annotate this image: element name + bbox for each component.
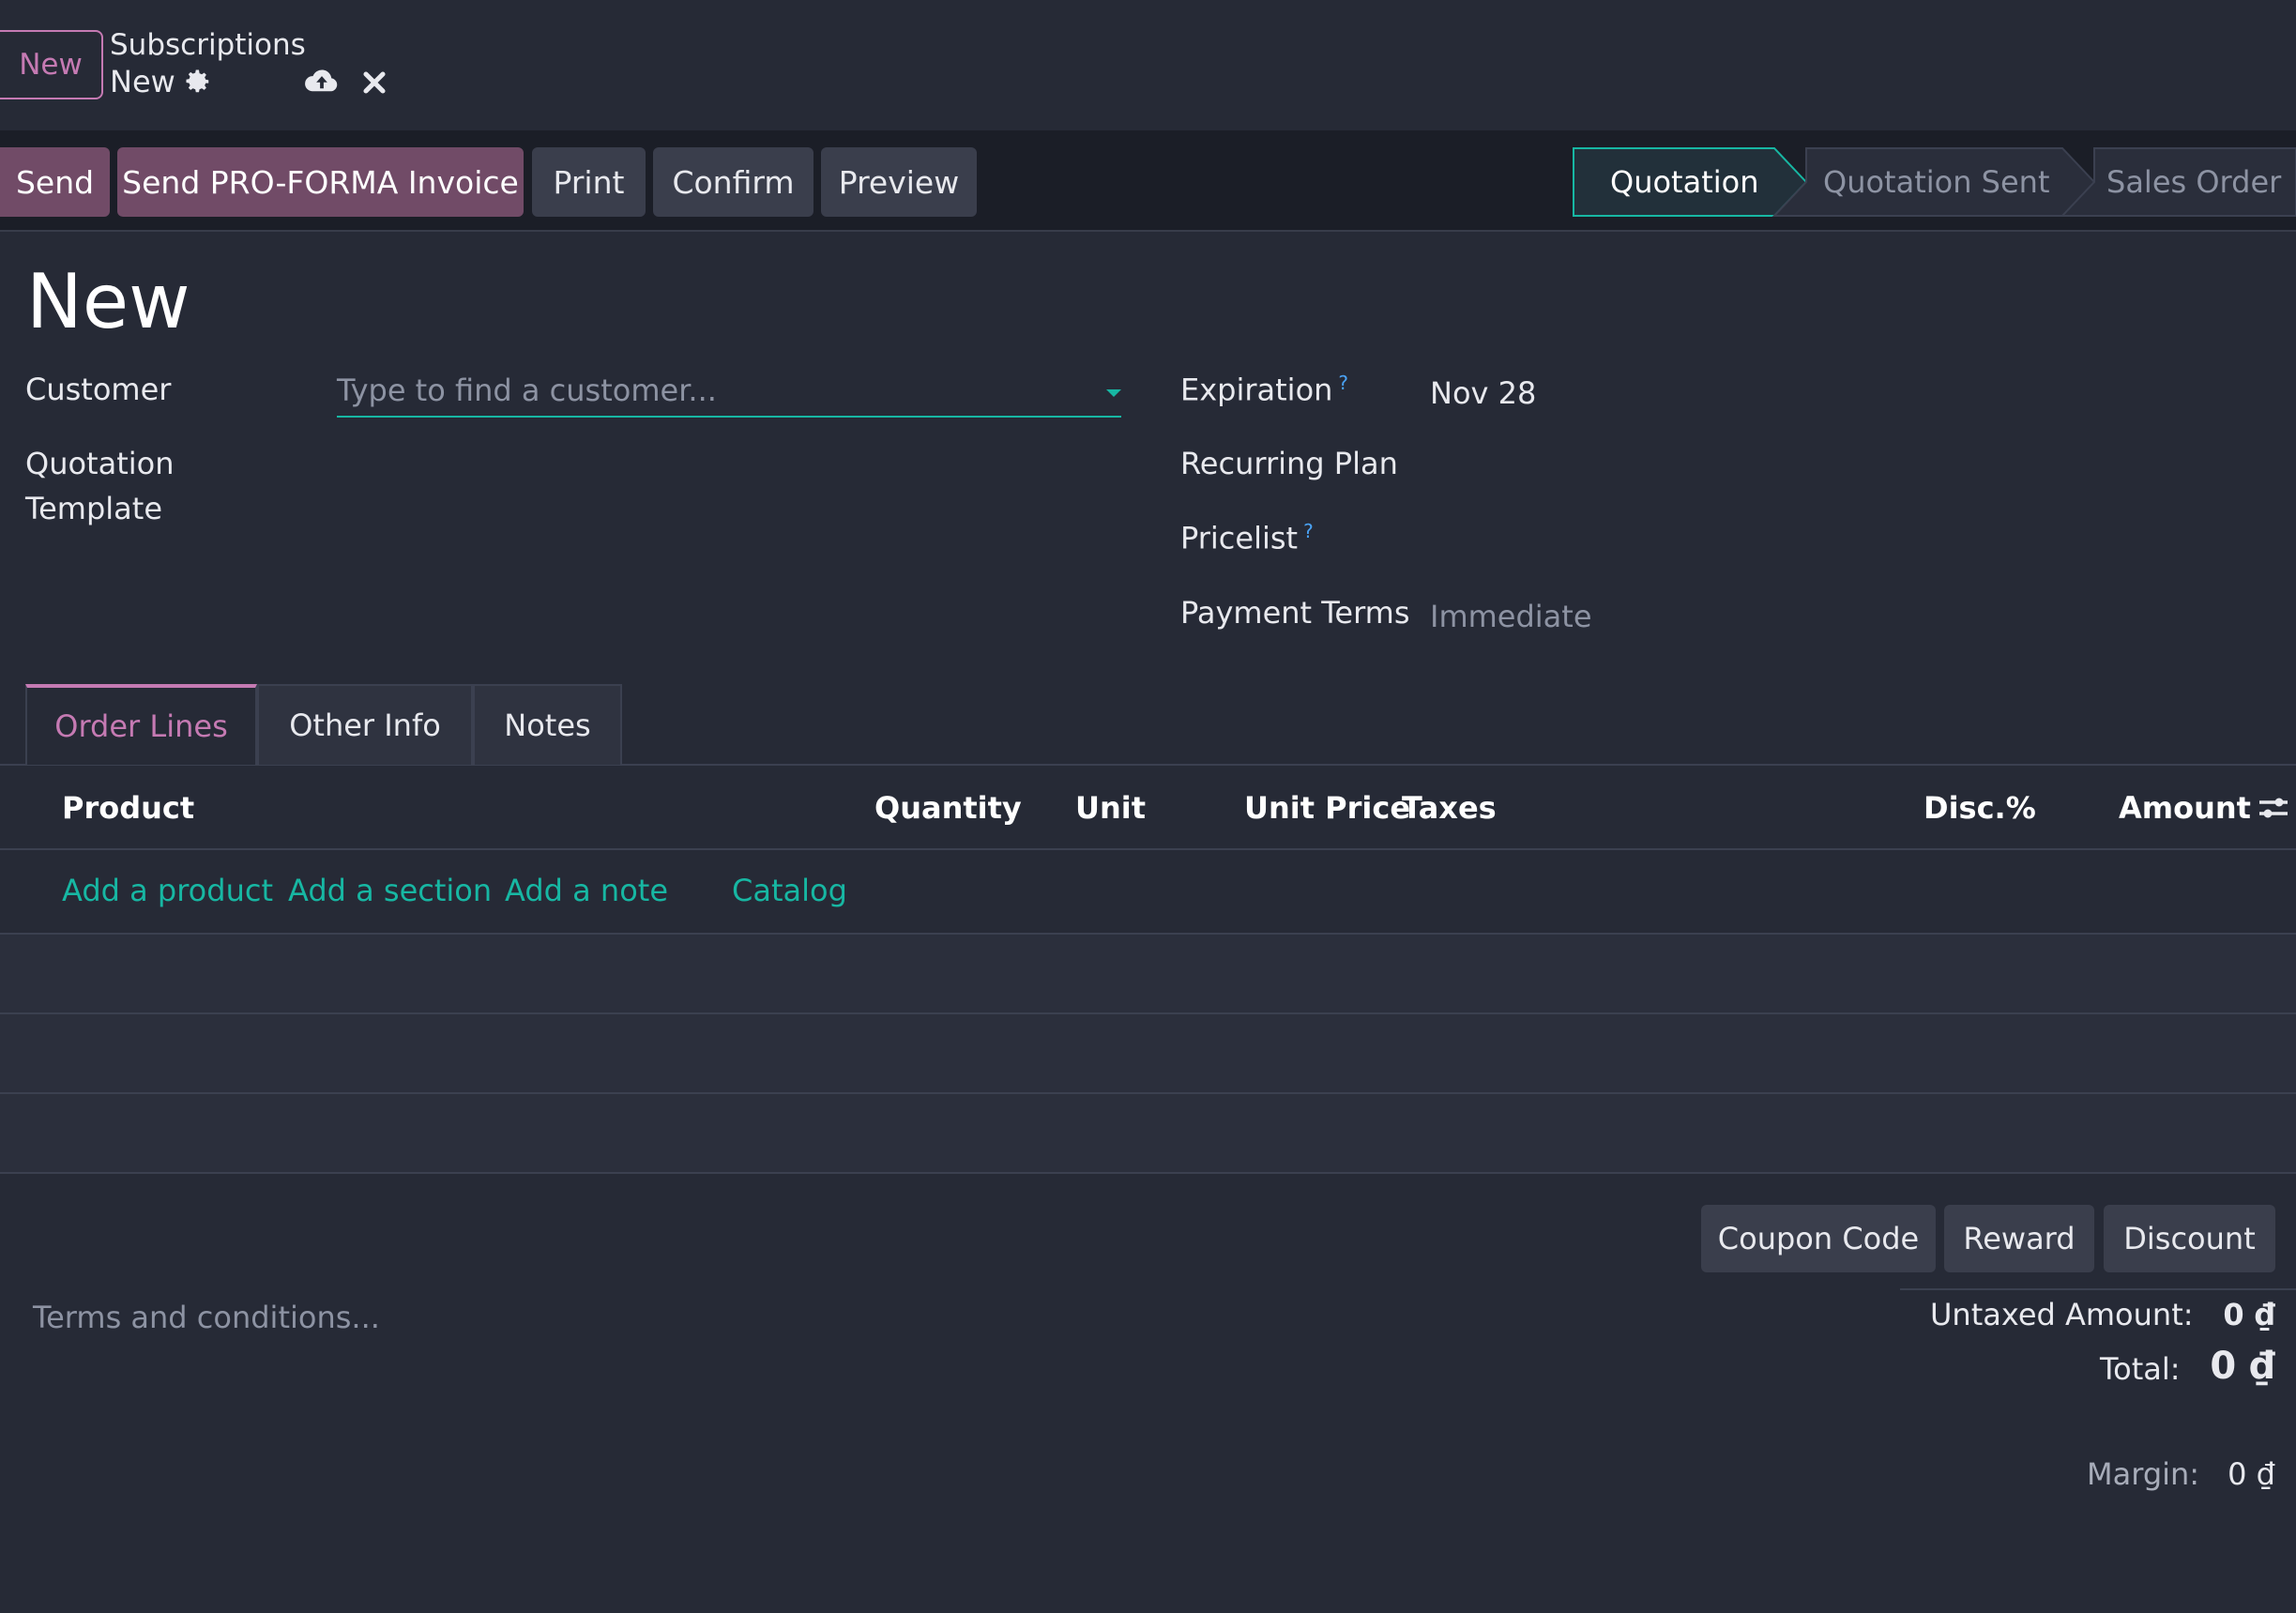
tab-order-lines[interactable]: Order Lines: [25, 684, 257, 765]
customer-label: Customer: [25, 372, 172, 407]
totals-divider: [1900, 1288, 2296, 1290]
empty-row: [0, 1094, 2296, 1174]
send-button[interactable]: Send: [0, 147, 110, 217]
total-value: 0 ₫: [2210, 1345, 2275, 1388]
tab-notes[interactable]: Notes: [473, 684, 622, 765]
tab-other-info[interactable]: Other Info: [257, 684, 473, 765]
record-title: New: [26, 258, 190, 345]
status-bar: Quotation Quotation Sent Sales Order: [1573, 147, 2296, 217]
stage-quotation[interactable]: Quotation: [1610, 147, 1759, 217]
add-line-row: Add a product Add a section Add a note C…: [0, 850, 2296, 935]
breadcrumb-module-link[interactable]: Subscriptions: [110, 28, 306, 62]
expiration-label: Expiration?: [1180, 372, 1348, 408]
column-product[interactable]: Product: [62, 790, 194, 826]
column-taxes[interactable]: Taxes: [1402, 790, 1497, 826]
catalog-link[interactable]: Catalog: [732, 873, 847, 908]
untaxed-amount-value: 0 ₫: [2223, 1297, 2275, 1332]
column-quantity[interactable]: Quantity: [874, 790, 1022, 826]
quotation-template-label-line2: Template: [25, 491, 163, 526]
empty-row: [0, 1014, 2296, 1094]
expiration-value[interactable]: Nov 28: [1430, 375, 1536, 411]
add-product-link[interactable]: Add a product: [62, 873, 273, 908]
order-lines-header: Product Quantity Unit Unit Price Taxes D…: [0, 766, 2296, 850]
payment-terms-input[interactable]: Immediate: [1430, 599, 1592, 634]
breadcrumb-current-record: New: [110, 64, 175, 99]
new-record-button[interactable]: New: [0, 30, 103, 99]
reward-button[interactable]: Reward: [1944, 1205, 2094, 1272]
recurring-plan-label: Recurring Plan: [1180, 446, 1398, 481]
customer-placeholder: Type to find a customer...: [337, 373, 717, 408]
close-icon[interactable]: [360, 68, 388, 97]
margin-value: 0 ₫: [2228, 1456, 2275, 1492]
optional-columns-icon[interactable]: [2257, 794, 2290, 822]
confirm-button[interactable]: Confirm: [653, 147, 813, 217]
payment-terms-label: Payment Terms: [1180, 595, 1410, 631]
help-tooltip-icon[interactable]: ?: [1338, 372, 1348, 394]
gear-icon[interactable]: [184, 68, 212, 96]
quotation-template-label-line1: Quotation: [25, 446, 175, 481]
empty-row: [0, 935, 2296, 1014]
add-note-link[interactable]: Add a note: [505, 873, 668, 908]
send-proforma-button[interactable]: Send PRO-FORMA Invoice: [117, 147, 524, 217]
stage-quotation-sent[interactable]: Quotation Sent: [1823, 147, 2050, 217]
column-discount[interactable]: Disc.%: [1923, 790, 2036, 826]
discount-button[interactable]: Discount: [2104, 1205, 2275, 1272]
pricelist-label-text: Pricelist: [1180, 520, 1299, 556]
column-amount[interactable]: Amount: [2119, 790, 2251, 826]
action-bar: Send Send PRO-FORMA Invoice Print Confir…: [0, 132, 2296, 232]
stage-sales-order[interactable]: Sales Order: [2106, 147, 2281, 217]
pricelist-label: Pricelist?: [1180, 520, 1314, 556]
print-button[interactable]: Print: [532, 147, 646, 217]
coupon-code-button[interactable]: Coupon Code: [1701, 1205, 1936, 1272]
column-unit-price[interactable]: Unit Price: [1244, 790, 1410, 826]
preview-button[interactable]: Preview: [821, 147, 977, 217]
control-panel: New Subscriptions New: [0, 0, 2296, 132]
terms-and-conditions-field[interactable]: Terms and conditions...: [33, 1300, 380, 1335]
customer-input[interactable]: Type to find a customer...: [337, 369, 1121, 418]
untaxed-amount-label: Untaxed Amount:: [1930, 1297, 2194, 1332]
cloud-upload-icon[interactable]: [304, 66, 340, 98]
help-tooltip-icon[interactable]: ?: [1303, 520, 1314, 542]
chevron-down-icon[interactable]: [1106, 389, 1121, 397]
margin-label: Margin:: [2087, 1456, 2200, 1492]
column-unit[interactable]: Unit: [1075, 790, 1146, 826]
add-section-link[interactable]: Add a section: [288, 873, 492, 908]
expiration-label-text: Expiration: [1180, 372, 1333, 408]
